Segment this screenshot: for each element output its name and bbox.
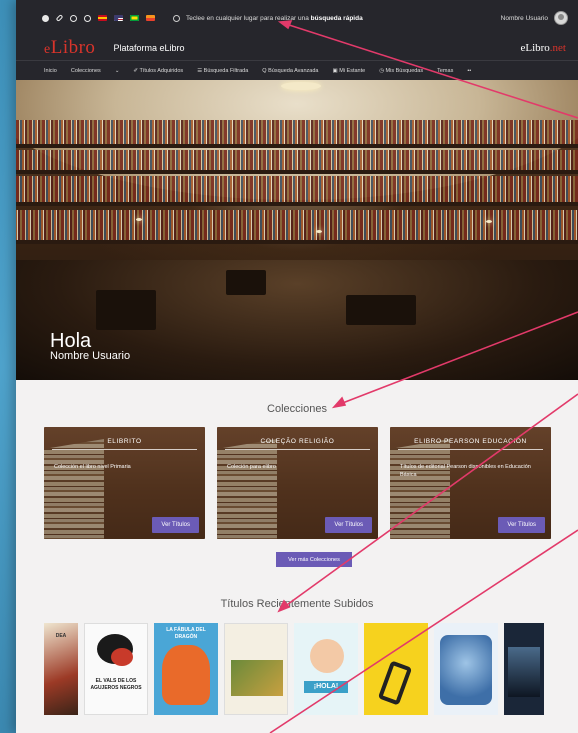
book-cover-text: EL VALS DE LOS AGUJEROS NEGROS	[90, 678, 142, 691]
nav-more-icon[interactable]: ••	[467, 68, 471, 74]
brand-bar: eLibro Plataforma eLibro eLibro.net	[16, 36, 578, 60]
collection-divider	[225, 449, 370, 450]
hero-rail	[16, 240, 578, 244]
elibro-logo[interactable]: eLibro	[44, 37, 95, 59]
hero-chandelier	[281, 82, 321, 90]
avatar[interactable]	[554, 11, 568, 25]
collection-divider	[398, 449, 543, 450]
collections-title: Colecciones	[267, 403, 327, 415]
collection-title: ELIBRO PEARSON EDUCACIÓN	[414, 438, 527, 445]
cover-art	[231, 660, 283, 696]
quick-search[interactable]: Teclee en cualquier lugar para realizar …	[173, 14, 501, 22]
quick-search-hint: Teclee en cualquier lugar para realizar …	[186, 15, 363, 22]
nav-inicio[interactable]: Inicio	[44, 68, 57, 74]
quick-search-hint-text: Teclee en cualquier lugar para realizar …	[186, 14, 309, 22]
ver-mas-colecciones-button[interactable]: Ver más Colecciones	[276, 552, 352, 567]
collections-row: ELIBRITO Colección el libro nivel Primar…	[44, 427, 551, 539]
browser-frame: Teclee en cualquier lugar para realizar …	[16, 0, 578, 733]
flag-es-icon[interactable]	[98, 15, 107, 21]
cover-art	[440, 635, 492, 705]
hero-lamp	[486, 220, 492, 223]
book-cover[interactable]: DEA	[44, 623, 78, 715]
zoom-out-icon[interactable]	[84, 14, 91, 22]
hero-rail	[16, 170, 578, 174]
hero-user-name: Nombre Usuario	[50, 350, 131, 362]
hero-shelf	[16, 210, 578, 240]
chevron-down-icon[interactable]: ⌄	[115, 68, 120, 74]
collection-divider	[52, 449, 197, 450]
nav-busqueda-avanzada[interactable]: Q Búsqueda Avanzada	[262, 68, 318, 74]
book-cover[interactable]	[504, 623, 544, 715]
collection-desc: Colección el libro nivel Primaria	[54, 464, 131, 470]
hero-lamp	[136, 218, 142, 221]
collection-card[interactable]: ELIBRO PEARSON EDUCACIÓN Títulos de edit…	[390, 427, 551, 539]
collection-card[interactable]: ELIBRITO Colección el libro nivel Primar…	[44, 427, 205, 539]
logo-rest: Libro	[50, 37, 96, 58]
nav-temas[interactable]: Temas	[437, 68, 453, 74]
book-cover-text: DEA	[55, 633, 67, 639]
cover-art	[162, 645, 210, 705]
hero-greeting: Hola Nombre Usuario	[50, 330, 131, 362]
utility-bar: Teclee en cualquier lugar para realizar …	[16, 0, 578, 36]
nav-titulos-adquiridos[interactable]: ✐ Títulos Adquiridos	[133, 68, 183, 74]
elibro-net-prefix: eLibro	[520, 42, 550, 54]
nav-busqueda-filtrada[interactable]: ☰ Búsqueda Filtrada	[197, 68, 248, 74]
recent-titles-heading: Títulos Recientemente Subidos	[220, 598, 374, 610]
zoom-in-icon[interactable]	[70, 14, 77, 22]
cover-art	[111, 648, 133, 666]
platform-title: Plataforma eLibro	[113, 43, 185, 53]
book-cover[interactable]	[224, 623, 288, 715]
hero-lamp	[316, 230, 322, 233]
toolbar-icons	[42, 14, 155, 22]
flag-br-icon[interactable]	[130, 15, 139, 21]
link-icon[interactable]	[55, 14, 64, 22]
hero-desk	[346, 295, 416, 325]
hero-shelf	[16, 120, 578, 144]
user-name[interactable]: Nombre Usuario	[501, 15, 548, 22]
hero-rail	[16, 144, 578, 148]
search-icon	[173, 14, 180, 22]
cover-art	[377, 660, 413, 706]
collection-desc: Títulos de editorial Pearson disponibles…	[400, 464, 531, 478]
book-cover[interactable]	[364, 623, 428, 715]
flag-us-icon[interactable]	[114, 15, 123, 21]
hero-rail	[16, 202, 578, 206]
nav-colecciones[interactable]: Colecciones	[71, 68, 101, 74]
main-nav: Inicio Colecciones ⌄ ✐ Títulos Adquirido…	[16, 60, 578, 80]
ver-titulos-button[interactable]: Ver Títulos	[325, 517, 372, 533]
collection-desc: Coleción para elibro	[227, 464, 276, 470]
book-cover[interactable]: LA FÁBULA DEL DRAGÓN	[154, 623, 218, 715]
collection-title: ELIBRITO	[107, 438, 142, 445]
globe-icon[interactable]	[42, 14, 49, 22]
hero-shelf	[16, 176, 578, 202]
book-cover[interactable]: ¡HOLA!	[294, 623, 358, 715]
nav-mis-busquedas[interactable]: ◷ Mis Búsquedas	[379, 68, 423, 74]
hero-hola: Hola	[50, 330, 92, 352]
collection-title: COLEÇÃO RELIGIÃO	[260, 438, 335, 445]
cover-art	[508, 647, 540, 697]
nav-mi-estante[interactable]: ▣ Mi Estante	[332, 68, 365, 74]
elibro-net-logo[interactable]: eLibro.net	[520, 42, 566, 54]
ver-titulos-button[interactable]: Ver Títulos	[152, 517, 199, 533]
book-cover-text: ¡HOLA!	[304, 681, 348, 693]
book-cover[interactable]	[434, 623, 498, 715]
collection-card[interactable]: COLEÇÃO RELIGIÃO Coleción para elibro Ve…	[217, 427, 378, 539]
user-menu[interactable]: Nombre Usuario	[501, 11, 568, 25]
book-cover[interactable]: EL VALS DE LOS AGUJEROS NEGROS	[84, 623, 148, 715]
elibro-net-suffix: .net	[549, 42, 566, 54]
quick-search-hint-bold: búsqueda rápida	[310, 14, 363, 22]
logo-e: e	[44, 42, 51, 57]
hero-shelf	[16, 150, 578, 170]
recent-books-row: DEA EL VALS DE LOS AGUJEROS NEGROS LA FÁ…	[44, 623, 544, 715]
book-cover-text: LA FÁBULA DEL DRAGÓN	[166, 627, 206, 640]
hero-library-image: Hola Nombre Usuario	[16, 80, 578, 380]
flag-other-icon[interactable]	[146, 15, 155, 21]
hero-desk	[96, 290, 156, 330]
cover-art	[310, 639, 344, 673]
hero-desk	[226, 270, 266, 295]
ver-titulos-button[interactable]: Ver Títulos	[498, 517, 545, 533]
